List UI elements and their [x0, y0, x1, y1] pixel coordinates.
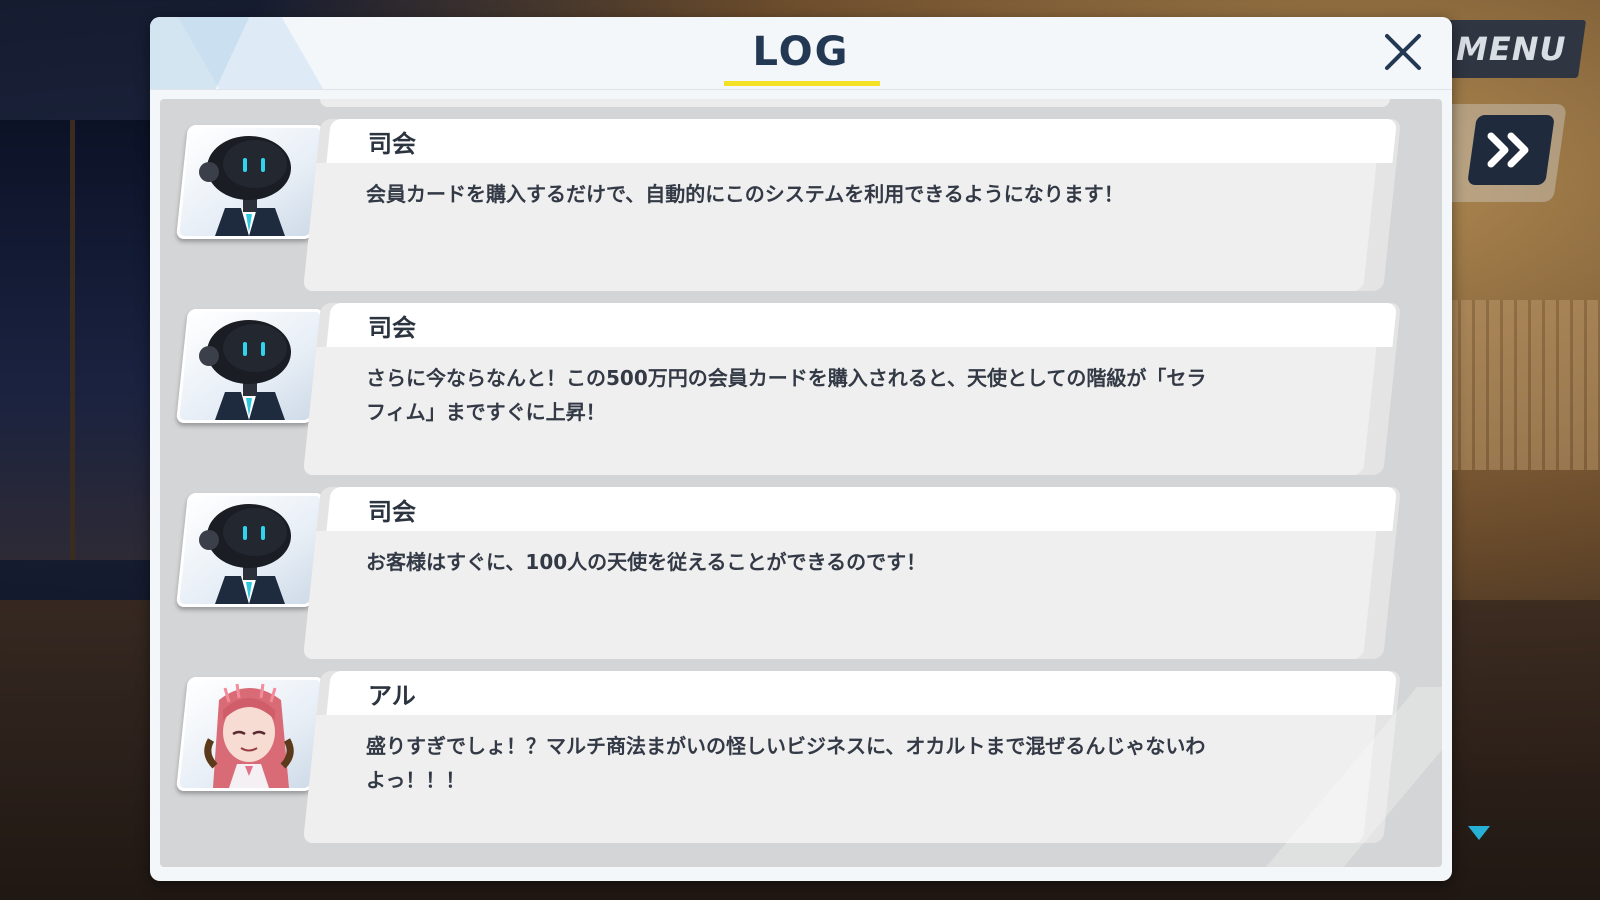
log-entry: アル 盛りすぎでしょ！？マルチ商法まがいの怪しいビジネスに、オカルトまで混ぜるん… — [160, 671, 1442, 847]
log-header: LOG — [150, 17, 1452, 90]
bubble-pointer — [316, 361, 328, 385]
title-underline — [724, 81, 880, 86]
dialogue-line: 会員カードを購入するだけで、自動的にこのシステムを利用できるようになります！ — [366, 182, 1124, 206]
menu-button-label: MENU — [1455, 30, 1567, 68]
aru-portrait — [204, 683, 294, 788]
night-window — [0, 120, 156, 560]
dialogue-text: 盛りすぎでしょ！？マルチ商法まがいの怪しいビジネスに、オカルトまで混ぜるんじゃな… — [366, 729, 1266, 797]
log-list[interactable]: 司会 会員カードを購入するだけで、自動的にこのシステムを利用できるようになります… — [160, 99, 1442, 867]
dialogue-text: さらに今ならなんと！この500万円の会員カードを購入されると、天使としての階級が… — [366, 361, 1266, 429]
dialogue-text: お客様はすぐに、100人の天使を従えることができるのです！ — [366, 545, 1266, 579]
log-modal: LOG 司会 会員カードを購入するだけで、自動的にこのシステムを利用できるように… — [150, 17, 1452, 881]
scroll-down-arrow-icon — [1468, 826, 1490, 840]
fast-forward-button[interactable] — [1467, 115, 1555, 185]
log-title: LOG — [752, 29, 850, 75]
log-entry: 司会 会員カードを購入するだけで、自動的にこのシステムを利用できるようになります… — [160, 119, 1442, 295]
log-entry: 司会 さらに今ならなんと！この500万円の会員カードを購入されると、天使としての… — [160, 303, 1442, 479]
previous-entry-edge — [320, 99, 1390, 107]
menu-button[interactable]: MENU — [1435, 20, 1587, 78]
dialogue-line: さらに今ならなんと！この500万円の会員カードを購入されると、天使としての階級が… — [366, 366, 1207, 390]
close-button[interactable] — [1378, 27, 1428, 77]
speaker-portrait — [176, 493, 324, 607]
robot-host-icon — [199, 136, 291, 236]
speaker-name: 司会 — [368, 498, 416, 526]
speaker-portrait — [176, 309, 324, 423]
speaker-portrait — [176, 677, 324, 791]
bubble-pointer — [316, 177, 328, 201]
bubble-pointer — [316, 545, 328, 569]
close-icon — [1385, 34, 1421, 70]
dialogue-line: お客様はすぐに、100人の天使を従えることができるのです！ — [366, 550, 927, 574]
speaker-name: アル — [368, 682, 416, 710]
bubble-pointer — [316, 729, 328, 753]
dialogue-line: よっ！！！ — [366, 768, 466, 792]
speaker-portrait — [176, 125, 324, 239]
dialogue-line: フィム」まですぐに上昇！ — [366, 400, 606, 424]
speaker-name: 司会 — [368, 130, 416, 158]
fast-forward-icon — [1487, 132, 1529, 168]
robot-host-icon — [199, 320, 291, 420]
log-entry: 司会 お客様はすぐに、100人の天使を従えることができるのです！ — [160, 487, 1442, 663]
wall-panel — [1430, 300, 1600, 470]
dialogue-line: 盛りすぎでしょ！？マルチ商法まがいの怪しいビジネスに、オカルトまで混ぜるんじゃな… — [366, 734, 1206, 758]
dialogue-text: 会員カードを購入するだけで、自動的にこのシステムを利用できるようになります！ — [366, 177, 1266, 211]
robot-host-icon — [199, 504, 291, 604]
speaker-name: 司会 — [368, 314, 416, 342]
